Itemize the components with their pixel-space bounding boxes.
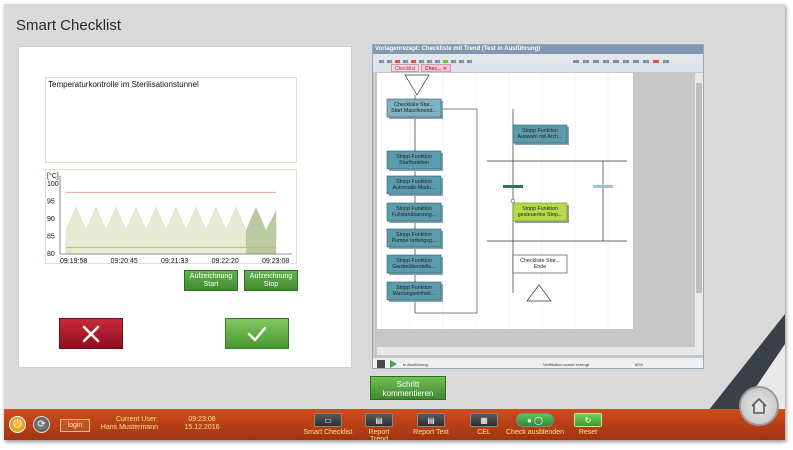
x-tick-label: 09:19:58 bbox=[60, 258, 87, 264]
nav-report-trend-label: Report Trend bbox=[368, 429, 390, 440]
workflow-step-node-right[interactable]: Stopp FunktionAuswahl mit Arch... bbox=[512, 124, 569, 145]
workflow-step-node-active[interactable]: Stopp Funktiongesteuertes Stop... bbox=[512, 202, 569, 223]
tab-checklist[interactable]: Checklist bbox=[391, 64, 420, 72]
report-text-icon: ▤ bbox=[417, 413, 445, 427]
node-label: Geräteüberstellu... bbox=[392, 264, 436, 270]
comment-step-button[interactable]: Schritt kommentieren bbox=[370, 376, 446, 400]
temperature-trend-chart: [°C] 100 95 90 85 80 09:19:58 09:20:45 09:21:33 0… bbox=[45, 169, 297, 264]
step-description-box: Temperaturkontrolle im Sterilisationstun… bbox=[45, 77, 297, 163]
workflow-step-node[interactable]: Stopp FunktionAutomatik-Modu... bbox=[386, 175, 443, 196]
home-button[interactable] bbox=[739, 386, 779, 426]
y-axis-label: [°C] bbox=[47, 172, 59, 180]
login-button[interactable]: login bbox=[60, 419, 90, 432]
nav-check-ausblenden-label: Check ausblenden bbox=[506, 429, 564, 436]
recording-start-label-2: Start bbox=[203, 281, 219, 288]
node-label: Wartungseinheit... bbox=[393, 291, 436, 297]
workflow-step-node[interactable]: Checkliste Star...Start Maschinend... bbox=[386, 98, 443, 119]
nav-smart-checklist[interactable]: ▭ Smart Checklist bbox=[300, 413, 356, 436]
bottom-bar: ⏻ ⟳ login Current User: Hans Mustermann … bbox=[4, 409, 785, 440]
workflow-end-node[interactable]: Checkliste Star...Ende bbox=[512, 254, 568, 274]
step-description: Temperaturkontrolle im Sterilisationstun… bbox=[48, 80, 199, 89]
node-label: Auswahl mit Arch... bbox=[517, 134, 562, 140]
power-icon[interactable]: ⏻ bbox=[9, 416, 26, 433]
checklist-step-panel: Temperaturkontrolle im Sterilisationstun… bbox=[18, 46, 352, 368]
tab-checklist-active-label: Chec... bbox=[425, 66, 442, 72]
nav-reset-label: Reset bbox=[578, 429, 598, 436]
tab-checklist-active[interactable]: Chec... ✕ bbox=[421, 64, 451, 72]
recording-stop-label-2: Stop bbox=[263, 281, 279, 288]
nav-report-trend[interactable]: ▤ Report Trend bbox=[362, 413, 396, 440]
node-label: Automatik-Modu... bbox=[393, 185, 436, 191]
settings-icon[interactable]: ⟳ bbox=[33, 416, 50, 433]
workflow-canvas[interactable]: Checkliste Star... Start Maschinend... Sto… bbox=[377, 73, 633, 329]
smart-checklist-icon: ▭ bbox=[314, 413, 342, 427]
transition-bar bbox=[503, 185, 523, 188]
current-user-label: Current User: Hans Mustermann bbox=[94, 416, 158, 432]
report-trend-icon: ▤ bbox=[365, 413, 393, 427]
node-label: Fullstandsanzeig... bbox=[392, 212, 436, 218]
home-icon bbox=[751, 398, 767, 414]
clock-time: 09:23:08 bbox=[188, 416, 216, 423]
end-triangle bbox=[526, 284, 552, 302]
workflow-status-info: Verifikation wurde erzeugt bbox=[543, 362, 590, 367]
toggle-switch-icon: ● ◯ bbox=[516, 413, 554, 427]
y-tick-label: 95 bbox=[47, 199, 55, 206]
comment-step-label-1: Schritt bbox=[396, 380, 420, 389]
cancel-button[interactable] bbox=[59, 318, 123, 349]
node-label: gesteuertes Stop... bbox=[518, 212, 562, 218]
node-label: Startfunktion bbox=[399, 160, 429, 166]
workflow-step-node[interactable]: Stopp FunktionStartfunktion bbox=[386, 150, 443, 171]
y-tick-label: 85 bbox=[47, 234, 55, 241]
x-tick-label: 09:22:20 bbox=[212, 258, 239, 264]
workflow-window-title: Vorlagenrezept: Checkliste mit Trend (Te… bbox=[373, 45, 703, 54]
x-tick-label: 09:21:33 bbox=[161, 258, 188, 264]
connector-dot bbox=[510, 198, 516, 204]
recording-stop-label-1: Aufzeichnung bbox=[249, 273, 293, 280]
status-play-icon bbox=[377, 360, 397, 368]
nav-cel[interactable]: ▦ CEL bbox=[469, 413, 499, 436]
trend-chart-svg: [°C]100 95 90 85 80 09:19:58 09:20:45 09:21:33 0… bbox=[47, 172, 292, 264]
workflow-step-node[interactable]: Stopp FunktionGeräteüberstellu... bbox=[386, 254, 443, 275]
nav-cel-label: CEL bbox=[477, 429, 491, 436]
comment-step-label-2: kommentieren bbox=[382, 389, 434, 398]
checkmark-icon bbox=[247, 326, 267, 341]
nav-report-text[interactable]: ▤ Report Text bbox=[410, 413, 452, 436]
nav-smart-checklist-label: Smart Checklist bbox=[303, 429, 353, 436]
workflow-step-node[interactable]: Stopp FunktionFullstandsanzeig... bbox=[386, 202, 443, 223]
workflow-step-node[interactable]: Stopp FunktionPumpe ordungsg... bbox=[386, 228, 443, 249]
workflow-status-text: In Ausführung bbox=[403, 362, 428, 367]
x-tick-label: 09:20:45 bbox=[111, 258, 138, 264]
node-label: Pumpe ordungsg... bbox=[392, 238, 437, 244]
current-user-name: Hans Mustermann bbox=[100, 424, 158, 431]
transition-bar-inactive bbox=[593, 185, 613, 188]
confirm-button[interactable] bbox=[225, 318, 289, 349]
workflow-toolbar bbox=[373, 54, 703, 65]
workflow-diagram: Checkliste Star...Start Maschinend... Sto… bbox=[377, 73, 627, 329]
clock: 09:23:08 15.12.2016 bbox=[180, 416, 224, 432]
nav-check-ausblenden[interactable]: ● ◯ Check ausblenden bbox=[503, 413, 567, 436]
workflow-step-node[interactable]: Stopp FunktionWartungseinheit... bbox=[386, 281, 443, 302]
app-window: Smart Checklist Temperaturkontrolle im S… bbox=[4, 4, 785, 440]
cel-icon: ▦ bbox=[470, 413, 498, 427]
recording-start-button[interactable]: Aufzeichnung Start bbox=[184, 270, 238, 291]
current-user-caption: Current User: bbox=[115, 416, 158, 423]
x-tick-label: 09:23:08 bbox=[262, 258, 289, 264]
recording-stop-button[interactable]: Aufzeichnung Stop bbox=[244, 270, 298, 291]
scrollbar-thumb[interactable] bbox=[696, 83, 702, 293]
recording-start-label-1: Aufzeichnung bbox=[189, 273, 233, 280]
node-label: Start Maschinend... bbox=[391, 108, 437, 114]
y-tick-label: 90 bbox=[47, 216, 55, 223]
clock-date: 15.12.2016 bbox=[184, 424, 220, 431]
y-tick-label: 100 bbox=[47, 181, 59, 188]
page-title: Smart Checklist bbox=[16, 17, 122, 34]
workflow-tabbar: Checklist Chec... ✕ bbox=[373, 63, 703, 72]
nav-reset[interactable]: ↻ Reset bbox=[572, 413, 604, 436]
node-label: Ende bbox=[534, 264, 546, 270]
start-triangle bbox=[404, 74, 430, 96]
reset-icon: ↻ bbox=[574, 413, 602, 427]
workflow-zoom-level[interactable]: 60% bbox=[635, 362, 643, 367]
close-icon bbox=[82, 325, 100, 342]
nav-report-text-label: Report Text bbox=[413, 429, 449, 436]
y-tick-label: 80 bbox=[47, 251, 55, 258]
